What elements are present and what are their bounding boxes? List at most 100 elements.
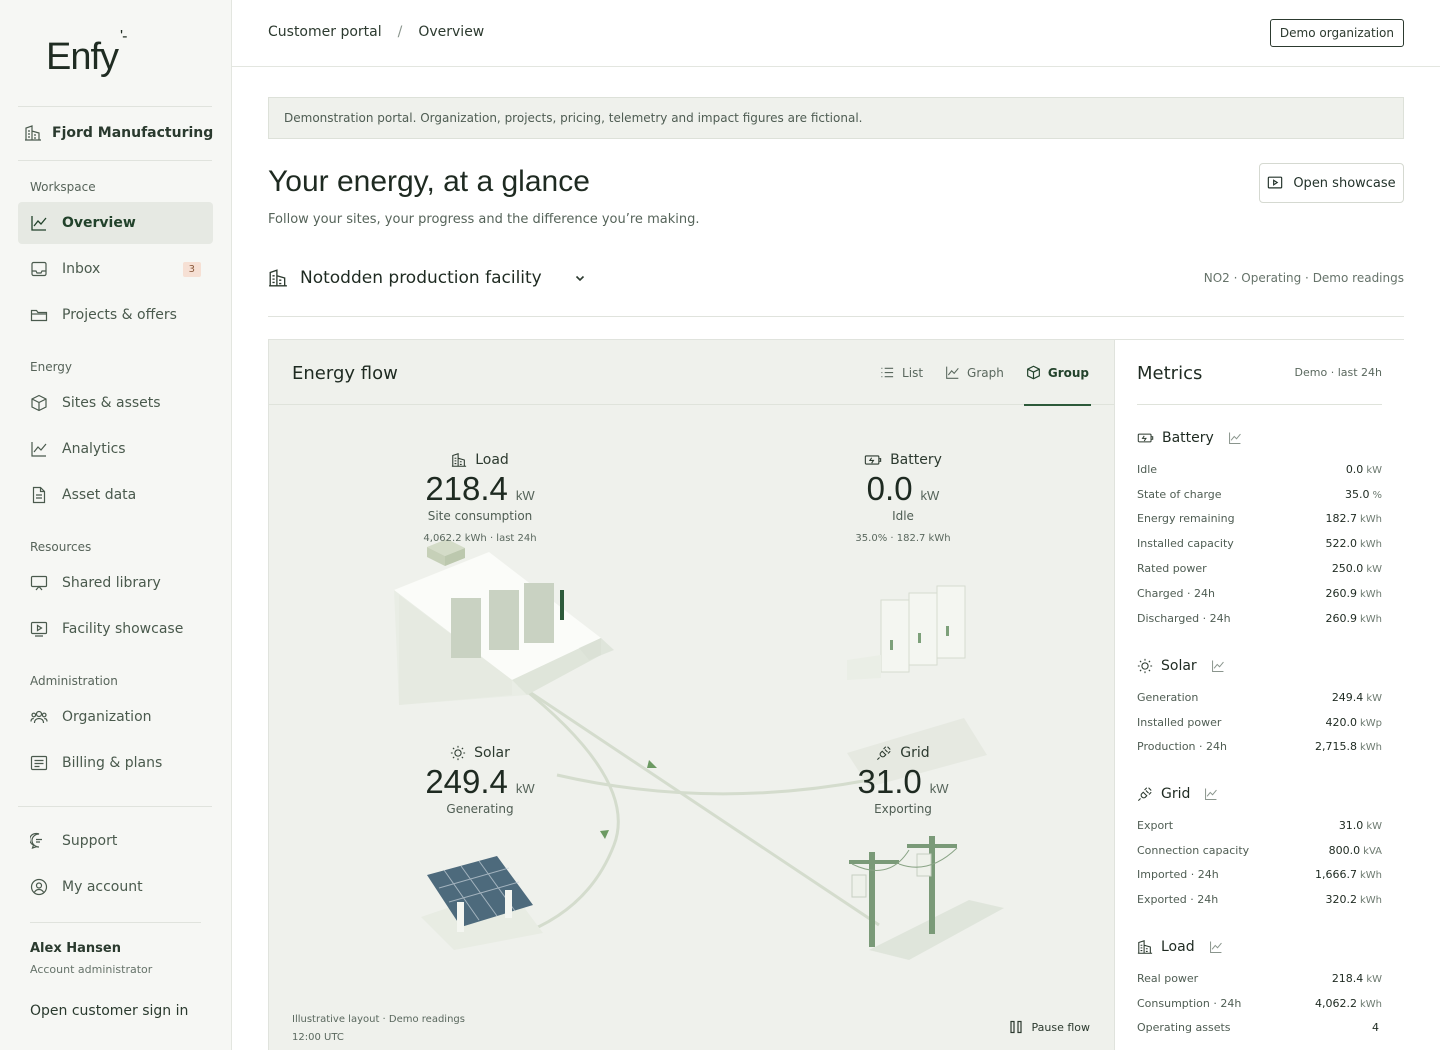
metric-value: 260.9 [1325,611,1357,625]
enfy-logo[interactable]: Enfy '- [46,28,128,79]
metric-row: Discharged · 24h 260.9 kWh [1137,606,1382,631]
flow-arrow-icon [647,760,657,768]
metric-row: Connection capacity 800.0 kVA [1137,838,1382,863]
metric-value: 0.0 [1345,462,1364,476]
chart-line-icon[interactable] [1204,787,1218,801]
metric-value: 522.0 [1325,537,1357,551]
metric-value: 182.7 [1325,512,1357,526]
chevron-down-icon [575,275,584,282]
metrics-group-battery: Battery Idle 0.0 kW State of charge 35.0% E… [1137,427,1382,631]
pause-flow-button[interactable]: Pause flow [1009,1020,1090,1034]
sidebar-item-overview[interactable]: Overview [18,202,213,244]
grid-node-status: Exporting [874,802,932,816]
sidebar-item-sites-assets[interactable]: Sites & assets [18,382,213,424]
metric-label: Generation [1137,690,1199,704]
metric-row: Production · 24h 2,715.8 kWh [1137,735,1382,760]
open-customer-sign-in-link[interactable]: Open customer sign in [30,1003,188,1019]
tab-list[interactable]: List [880,340,923,405]
metric-label: Export [1137,818,1174,832]
sidebar-item-label: Overview [62,215,136,231]
metric-unit: kVA [1363,845,1382,857]
tab-graph[interactable]: Graph [945,340,1004,405]
org-switcher[interactable]: Fjord Manufacturing [24,124,213,142]
energy-flow-header: Energy flow List Graph Group [269,340,1114,406]
chart-line-icon[interactable] [1211,659,1225,673]
building-icon [269,269,287,287]
metric-row: Exported · 24h 320.2 kWh [1137,887,1382,912]
folder-icon [30,309,48,322]
battery-node-value: 0.0 [866,470,913,507]
metrics-group-header: Grid [1137,783,1382,805]
metric-label: Connection capacity [1137,843,1250,857]
battery-node-label: Battery [890,452,942,468]
grid-node-value-line: 31.0 kW [803,763,1003,801]
metric-label: Discharged · 24h [1137,611,1231,625]
breadcrumb: Customer portal / Overview [268,24,484,40]
user-role: Account administrator [30,963,153,976]
metrics-group-name: Load [1161,939,1195,955]
sidebar-item-billing[interactable]: Billing & plans [18,742,213,784]
sidebar-item-label: Billing & plans [62,755,163,771]
divider [30,922,201,923]
metric-label: Production · 24h [1137,740,1227,754]
plug-icon [877,746,891,761]
sidebar-item-label: Sites & assets [62,395,161,411]
sidebar-item-asset-data[interactable]: Asset data [18,474,213,516]
sidebar-item-label: Analytics [62,441,126,457]
metric-unit: kWh [1359,895,1382,907]
load-node-unit: kW [515,488,535,503]
page-title: Your energy, at a glance [268,165,590,198]
load-node[interactable]: Load 218.4 kW Site consumption 4,062.2 kW… [380,452,580,544]
metric-row: State of charge 35.0% [1137,482,1382,507]
sidebar-item-support[interactable]: Support [18,820,213,862]
sidebar-item-facility-showcase[interactable]: Facility showcase [18,608,213,650]
site-selector[interactable]: Notodden production facility [268,268,586,288]
metric-unit: kW [1366,692,1382,704]
sidebar-item-label: My account [62,879,143,895]
solar-node[interactable]: Solar 249.4 kW Generating [380,745,580,816]
metric-value: 260.9 [1325,586,1357,600]
demo-organization-button[interactable]: Demo organization [1269,19,1404,47]
breadcrumb-customer-portal[interactable]: Customer portal [268,24,382,40]
sidebar-item-organization[interactable]: Organization [18,696,213,738]
energy-flow-panel: Energy flow List Graph Group Load 218.4 … [268,339,1115,1050]
chart-line-icon[interactable] [1209,940,1223,954]
receipt-icon [30,755,48,771]
solar-node-header: Solar [380,745,580,761]
sidebar-item-projects[interactable]: Projects & offers [18,294,213,336]
flow-footer: Illustrative layout · Demo readings 12:0… [292,1011,465,1047]
inbox-icon [31,261,47,277]
open-showcase-label: Open showcase [1293,175,1396,191]
metric-unit: kWh [1359,870,1382,882]
battery-node-unit: kW [920,488,940,503]
sidebar-item-analytics[interactable]: Analytics [18,428,213,470]
sidebar-item-label: Asset data [62,487,137,503]
sidebar-item-label: Inbox [62,261,101,277]
metric-label: Rated power [1137,562,1207,576]
load-node-header: Load [380,452,580,468]
solar-node-label: Solar [474,745,510,761]
metrics-group-solar: Solar Generation 249.4 kW Installed power 4… [1137,655,1382,759]
solar-node-status: Generating [446,802,514,816]
user-name: Alex Hansen [30,941,121,956]
battery-node-status: Idle [892,509,914,523]
chart-line-icon[interactable] [1228,431,1242,445]
metric-value: 35.0 [1344,487,1370,501]
breadcrumb-overview: Overview [418,24,485,40]
battery-node[interactable]: Battery 0.0 kW Idle 35.0% · 182.7 kWh [803,452,1003,544]
tab-group[interactable]: Group [1023,340,1092,406]
grid-node[interactable]: Grid 31.0 kW Exporting [803,745,1003,816]
site-name: Notodden production facility [300,268,542,288]
play-screen-icon [30,621,48,637]
org-name: Fjord Manufacturing [52,125,214,141]
sidebar-item-my-account[interactable]: My account [18,866,213,908]
building-icon [25,125,41,141]
metric-label: Installed power [1137,715,1222,729]
battery-icon [864,455,882,465]
sidebar-item-shared-library[interactable]: Shared library [18,562,213,604]
chart-line-icon [946,366,959,379]
flow-footer-note: Illustrative layout · Demo readings [292,1014,465,1025]
open-showcase-button[interactable]: Open showcase [1259,163,1404,203]
metric-row: Charged · 24h 260.9 kWh [1137,581,1382,606]
sidebar-item-inbox[interactable]: Inbox 3 [18,248,213,290]
